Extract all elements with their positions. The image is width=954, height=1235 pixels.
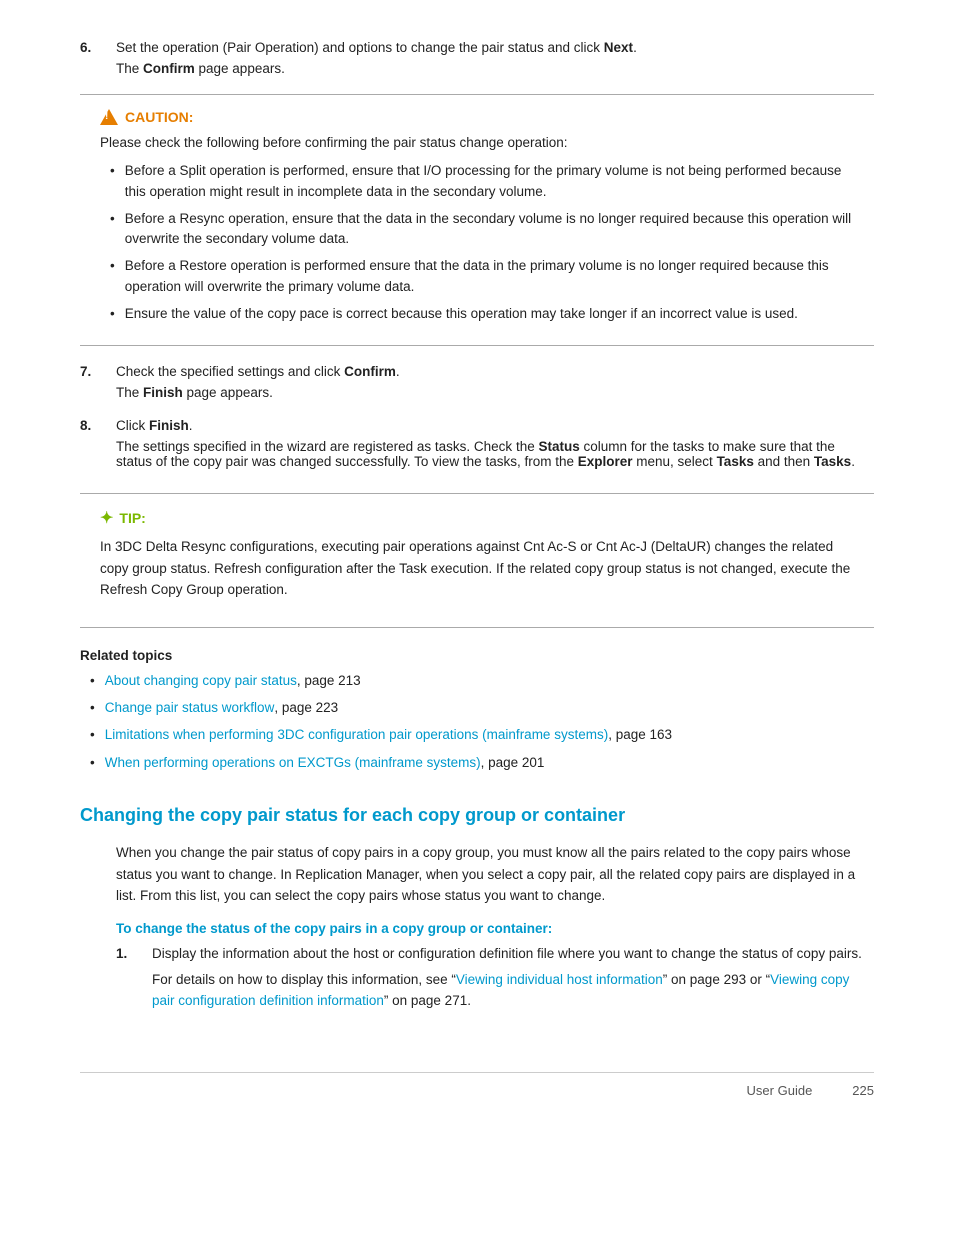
related-topics-section: Related topics About changing copy pair … — [80, 648, 874, 773]
caution-bullet-1: Before a Split operation is performed, e… — [110, 161, 854, 202]
substep-1-row: 1. Display the information about the hos… — [116, 946, 874, 961]
step-8-sub: The settings specified in the wizard are… — [116, 439, 874, 469]
related-topic-3-suffix: , page 163 — [608, 725, 672, 745]
step-7-text-before: Check the specified settings and click — [116, 364, 344, 379]
step-6-confirm-bold: Confirm — [143, 61, 195, 76]
step-8-period: . — [189, 418, 193, 433]
caution-bullet-4: Ensure the value of the copy pace is cor… — [110, 304, 854, 324]
page-content: 6. Set the operation (Pair Operation) an… — [0, 0, 954, 1158]
caution-box: CAUTION: Please check the following befo… — [80, 94, 874, 346]
step-8-sub-text: The settings specified in the wizard are… — [116, 439, 855, 469]
caution-bullet-2: Before a Resync operation, ensure that t… — [110, 209, 854, 250]
related-topic-4: When performing operations on EXCTGs (ma… — [90, 753, 874, 773]
page-footer: User Guide 225 — [80, 1072, 874, 1098]
step-7-block: 7. Check the specified settings and clic… — [80, 364, 874, 400]
step-8-finish-bold: Finish — [149, 418, 189, 433]
footer-label: User Guide — [747, 1083, 813, 1098]
caution-bullets: Before a Split operation is performed, e… — [100, 161, 854, 324]
step-8-status-bold: Status — [538, 439, 579, 454]
step-6-text: Set the operation (Pair Operation) and o… — [116, 40, 874, 55]
step-6-next-bold: Next — [604, 40, 633, 55]
step-8-text: Click Finish. — [116, 418, 874, 433]
substep-heading: To change the status of the copy pairs i… — [116, 921, 874, 936]
step-6-sub-text: The Confirm page appears. — [116, 61, 285, 76]
substep-1-block: 1. Display the information about the hos… — [80, 946, 874, 1012]
step-6-number: 6. — [80, 40, 116, 55]
tip-box: ✦ TIP: In 3DC Delta Resync configuration… — [80, 493, 874, 628]
section-heading: Changing the copy pair status for each c… — [80, 803, 874, 828]
related-topics-list: About changing copy pair status, page 21… — [80, 671, 874, 773]
related-topics-heading: Related topics — [80, 648, 874, 663]
substep-1-number: 1. — [116, 946, 152, 961]
related-topic-4-suffix: , page 201 — [481, 753, 545, 773]
step-6-text-period: . — [633, 40, 637, 55]
step-6-text-before: Set the operation (Pair Operation) and o… — [116, 40, 604, 55]
caution-header: CAUTION: — [100, 109, 854, 125]
tip-header: ✦ TIP: — [100, 508, 854, 528]
related-topic-1-link[interactable]: About changing copy pair status — [105, 671, 297, 691]
step-7-number: 7. — [80, 364, 116, 379]
step-6-block: 6. Set the operation (Pair Operation) an… — [80, 40, 874, 76]
related-topic-2-suffix: , page 223 — [274, 698, 338, 718]
caution-intro: Please check the following before confir… — [100, 133, 854, 153]
section-intro: When you change the pair status of copy … — [116, 842, 874, 907]
step-7-confirm-bold: Confirm — [344, 364, 396, 379]
substep-1-sub: For details on how to display this infor… — [152, 969, 874, 1012]
tip-text: In 3DC Delta Resync configurations, exec… — [100, 536, 854, 601]
substep-1-text: Display the information about the host o… — [152, 946, 874, 961]
related-topic-2-link[interactable]: Change pair status workflow — [105, 698, 275, 718]
related-topic-4-link[interactable]: When performing operations on EXCTGs (ma… — [105, 753, 481, 773]
tip-icon: ✦ — [100, 508, 113, 528]
caution-bullet-3: Before a Restore operation is performed … — [110, 256, 854, 297]
footer-page-number: 225 — [852, 1083, 874, 1098]
substep-1-suffix: ” on page 271. — [384, 993, 471, 1008]
step-8-tasks-bold1: Tasks — [717, 454, 754, 469]
step-7-text: Check the specified settings and click C… — [116, 364, 874, 379]
step-7-sub-text: The Finish page appears. — [116, 385, 273, 400]
step-8-text-before: Click — [116, 418, 149, 433]
step-8-explorer-bold: Explorer — [578, 454, 633, 469]
substep-1-link1[interactable]: Viewing individual host information — [456, 972, 663, 987]
substep-1-sub-prefix: For details on how to display this infor… — [152, 972, 456, 987]
step-7-finish-bold: Finish — [143, 385, 183, 400]
related-topic-1: About changing copy pair status, page 21… — [90, 671, 874, 691]
tip-label: TIP: — [119, 510, 145, 526]
step-7-period: . — [396, 364, 400, 379]
related-topic-3: Limitations when performing 3DC configur… — [90, 725, 874, 745]
step-6-sub: The Confirm page appears. — [116, 61, 874, 76]
substep-1-mid: ” on page 293 or “ — [663, 972, 770, 987]
step-7-sub: The Finish page appears. — [116, 385, 874, 400]
step-8-tasks-bold2: Tasks — [814, 454, 851, 469]
caution-label: CAUTION: — [125, 109, 193, 125]
step-8-block: 8. Click Finish. The settings specified … — [80, 418, 874, 469]
related-topic-3-link[interactable]: Limitations when performing 3DC configur… — [105, 725, 608, 745]
caution-triangle-icon — [100, 109, 118, 125]
step-8-number: 8. — [80, 418, 116, 433]
related-topic-1-suffix: , page 213 — [297, 671, 361, 691]
related-topic-2: Change pair status workflow, page 223 — [90, 698, 874, 718]
